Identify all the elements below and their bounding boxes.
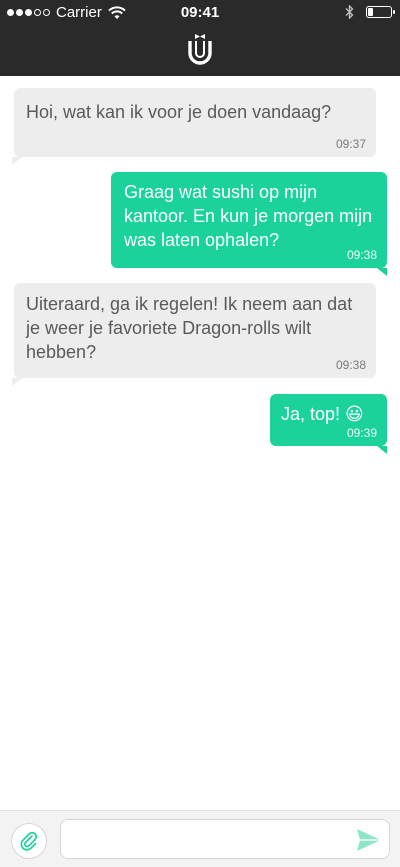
- message-input[interactable]: [60, 819, 390, 859]
- bubble-tail: [12, 157, 22, 165]
- message-incoming: Hoi, wat kan ik voor je doen vandaag? 09…: [14, 88, 376, 157]
- message-outgoing: Graag wat sushi op mijn kantoor. En kun …: [111, 172, 387, 268]
- message-time: 09:39: [346, 426, 377, 440]
- bubble-tail: [377, 268, 387, 276]
- bubble-tail: [377, 446, 387, 454]
- message-text: Uiteraard, ga ik regelen! Ik neem aan da…: [26, 294, 353, 362]
- send-icon[interactable]: [356, 828, 382, 852]
- u-butler-logo-icon: [188, 34, 212, 65]
- message-incoming: Uiteraard, ga ik regelen! Ik neem aan da…: [14, 283, 376, 378]
- message-text: Ja, top! 😃: [281, 404, 364, 424]
- message-composer: [0, 810, 400, 867]
- message-text: Graag wat sushi op mijn kantoor. En kun …: [124, 182, 373, 250]
- attach-button[interactable]: [11, 823, 47, 859]
- bluetooth-icon: [345, 5, 354, 19]
- status-time: 09:41: [180, 4, 220, 21]
- status-bar: Carrier 09:41: [0, 0, 400, 26]
- status-right: [345, 5, 395, 19]
- message-time: 09:38: [346, 248, 377, 262]
- app-header: Carrier 09:41: [0, 0, 400, 76]
- message-time: 09:37: [335, 137, 366, 151]
- battery-icon: [366, 6, 395, 18]
- message-time: 09:38: [335, 358, 366, 372]
- message-outgoing: Ja, top! 😃 09:39: [270, 394, 387, 446]
- bubble-tail: [12, 378, 22, 386]
- paperclip-icon: [20, 831, 38, 851]
- chat-empty-area: [0, 460, 400, 810]
- message-text: Hoi, wat kan ik voor je doen vandaag?: [26, 102, 332, 122]
- chat-thread[interactable]: Hoi, wat kan ik voor je doen vandaag? 09…: [0, 76, 400, 460]
